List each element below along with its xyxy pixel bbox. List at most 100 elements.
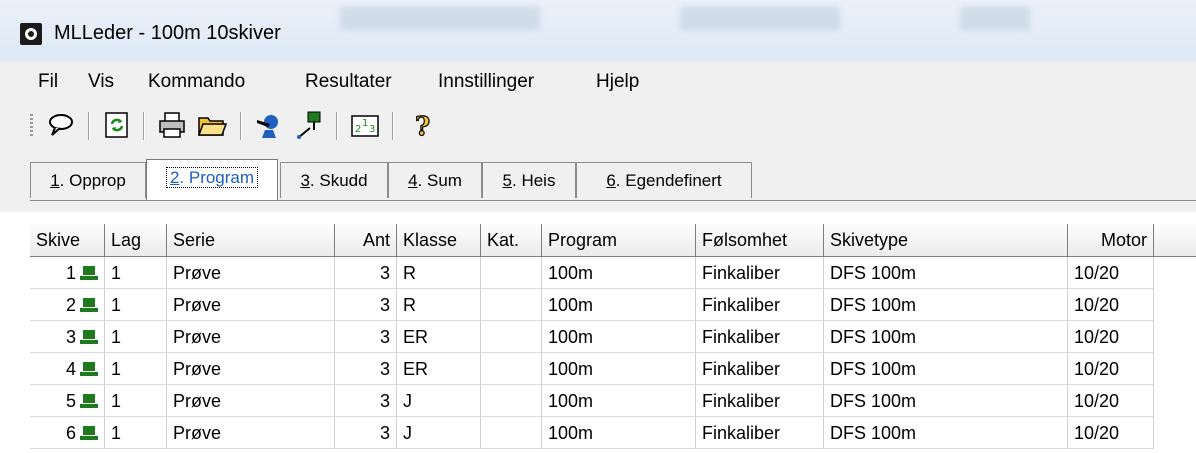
table-row[interactable]: 5 1 Prøve 3 J 100m Finkaliber DFS 100m 1… — [0, 385, 1196, 417]
cell-motor: 10/20 — [1068, 257, 1154, 289]
menu-hjelp[interactable]: Hjelp — [596, 71, 639, 93]
target-stand-icon[interactable] — [294, 110, 324, 140]
svg-text:3: 3 — [369, 124, 375, 135]
skive-number: 6 — [65, 423, 76, 443]
app-icon[interactable] — [20, 23, 42, 45]
tab-divider — [30, 200, 1196, 201]
cell-skive: 1 — [30, 257, 105, 289]
skive-number: 4 — [65, 359, 76, 379]
toolbar-grip[interactable] — [30, 114, 33, 138]
table-row[interactable]: 1 1 Prøve 3 R 100m Finkaliber DFS 100m 1… — [0, 257, 1196, 289]
menu-kommando[interactable]: Kommando — [148, 71, 245, 93]
target-icon — [80, 362, 98, 376]
cell-program: 100m — [542, 385, 696, 417]
col-header-ant[interactable]: Ant — [335, 224, 397, 257]
skive-number: 5 — [65, 391, 76, 411]
tab-program[interactable]: 2. Program — [146, 159, 278, 200]
cell-serie: Prøve — [167, 289, 335, 321]
title-bar: MLLeder - 100m 10skiver — [0, 0, 1196, 63]
table-row[interactable]: 2 1 Prøve 3 R 100m Finkaliber DFS 100m 1… — [0, 289, 1196, 321]
cell-skivetype: DFS 100m — [824, 321, 1068, 353]
window-title: MLLeder - 100m 10skiver — [54, 22, 281, 44]
cell-folsomhet: Finkaliber — [696, 289, 824, 321]
tab-heis[interactable]: 5. Heis — [482, 162, 576, 198]
cell-skivetype: DFS 100m — [824, 385, 1068, 417]
refresh-icon[interactable] — [102, 110, 132, 140]
table-row[interactable]: 6 1 Prøve 3 J 100m Finkaliber DFS 100m 1… — [0, 417, 1196, 449]
col-header-program[interactable]: Program — [542, 224, 696, 257]
cell-motor: 10/20 — [1068, 417, 1154, 449]
menu-vis[interactable]: Vis — [88, 71, 114, 93]
print-icon[interactable] — [157, 110, 187, 140]
col-header-folsomhet[interactable]: Følsomhet — [696, 224, 824, 257]
cell-lag: 1 — [105, 385, 167, 417]
number-chart-icon[interactable]: 213 — [350, 110, 380, 140]
cell-ant: 3 — [335, 353, 397, 385]
skive-number: 1 — [65, 263, 76, 283]
cell-ant: 3 — [335, 417, 397, 449]
col-header-skive[interactable]: Skive — [30, 224, 105, 257]
background-blur — [680, 6, 840, 30]
cell-klasse: ER — [397, 353, 481, 385]
cell-program: 100m — [542, 289, 696, 321]
cell-klasse: R — [397, 289, 481, 321]
col-header-kat[interactable]: Kat. — [481, 224, 542, 257]
col-header-motor[interactable]: Motor — [1068, 224, 1154, 257]
cell-motor: 10/20 — [1068, 353, 1154, 385]
cell-motor: 10/20 — [1068, 321, 1154, 353]
cell-folsomhet: Finkaliber — [696, 257, 824, 289]
tab-label: 3. Skudd — [300, 171, 368, 190]
cell-lag: 1 — [105, 353, 167, 385]
cell-lag: 1 — [105, 257, 167, 289]
background-blur — [340, 6, 540, 30]
shooter-icon[interactable] — [254, 110, 284, 140]
skive-number: 2 — [65, 295, 76, 315]
tab-label: 1. Opprop — [50, 171, 126, 190]
tab-skudd[interactable]: 3. Skudd — [280, 162, 388, 198]
cell-lag: 1 — [105, 321, 167, 353]
tab-egendefinert[interactable]: 6. Egendefinert — [576, 162, 752, 198]
cell-program: 100m — [542, 353, 696, 385]
help-icon[interactable]: ? — [408, 110, 438, 142]
cell-skivetype: DFS 100m — [824, 257, 1068, 289]
toolbar-separator — [143, 112, 144, 140]
speech-bubble-icon[interactable] — [46, 110, 76, 140]
cell-skive: 4 — [30, 353, 105, 385]
menu-fil[interactable]: Fil — [38, 71, 58, 93]
menu-resultater[interactable]: Resultater — [305, 71, 392, 93]
target-icon — [80, 266, 98, 280]
menu-innstillinger[interactable]: Innstillinger — [438, 71, 534, 93]
cell-skive: 5 — [30, 385, 105, 417]
cell-skivetype: DFS 100m — [824, 417, 1068, 449]
open-folder-icon[interactable] — [197, 110, 228, 140]
col-header-serie[interactable]: Serie — [167, 224, 335, 257]
cell-program: 100m — [542, 417, 696, 449]
target-icon — [80, 330, 98, 344]
skive-number: 3 — [65, 327, 76, 347]
svg-text:2: 2 — [355, 124, 361, 135]
cell-skive: 6 — [30, 417, 105, 449]
cell-serie: Prøve — [167, 321, 335, 353]
cell-program: 100m — [542, 321, 696, 353]
cell-skivetype: DFS 100m — [824, 289, 1068, 321]
cell-motor: 10/20 — [1068, 385, 1154, 417]
col-header-lag[interactable]: Lag — [105, 224, 167, 257]
cell-program: 100m — [542, 257, 696, 289]
col-header-skivetype[interactable]: Skivetype — [824, 224, 1068, 257]
cell-kat — [481, 289, 542, 321]
cell-folsomhet: Finkaliber — [696, 385, 824, 417]
tab-label: 5. Heis — [502, 171, 556, 190]
cell-kat — [481, 385, 542, 417]
table-row[interactable]: 3 1 Prøve 3 ER 100m Finkaliber DFS 100m … — [0, 321, 1196, 353]
cell-serie: Prøve — [167, 257, 335, 289]
cell-kat — [481, 417, 542, 449]
col-header-klasse[interactable]: Klasse — [397, 224, 481, 257]
toolbar-separator — [336, 112, 337, 140]
menu-bar: Fil Vis Kommando Resultater Innstillinge… — [0, 62, 1196, 101]
target-icon — [80, 426, 98, 440]
tab-opprop[interactable]: 1. Opprop — [30, 162, 146, 198]
cell-kat — [481, 353, 542, 385]
table-row[interactable]: 4 1 Prøve 3 ER 100m Finkaliber DFS 100m … — [0, 353, 1196, 385]
tab-sum[interactable]: 4. Sum — [388, 162, 482, 198]
cell-klasse: ER — [397, 321, 481, 353]
